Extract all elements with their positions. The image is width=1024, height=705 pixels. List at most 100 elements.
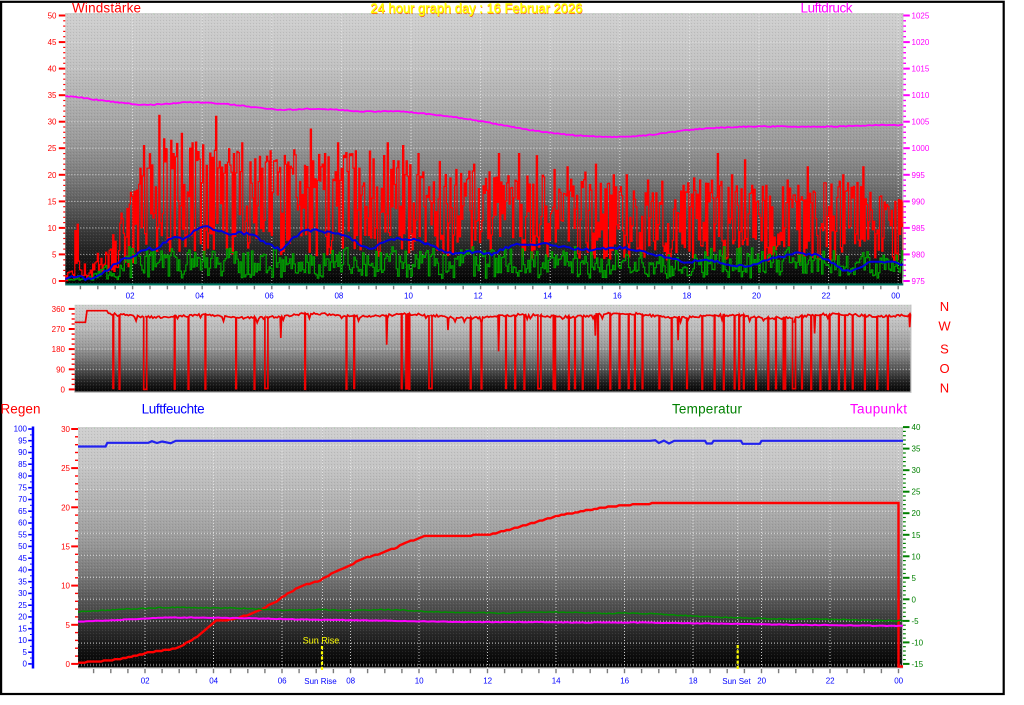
svg-text:Luftfeuchte: Luftfeuchte (142, 402, 205, 417)
svg-text:12: 12 (483, 677, 492, 686)
svg-text:995: 995 (912, 171, 926, 180)
svg-text:Sun Set: Sun Set (722, 677, 751, 686)
svg-text:Regen: Regen (1, 402, 41, 417)
svg-text:20: 20 (61, 503, 70, 512)
svg-text:0: 0 (912, 595, 917, 604)
svg-text:30: 30 (18, 589, 27, 598)
svg-text:10: 10 (18, 636, 27, 645)
svg-text:95: 95 (18, 436, 27, 445)
svg-text:08: 08 (334, 292, 343, 301)
svg-text:65: 65 (18, 507, 27, 516)
svg-text:06: 06 (265, 292, 274, 301)
svg-text:25: 25 (18, 601, 27, 610)
svg-text:06: 06 (278, 677, 287, 686)
svg-text:60: 60 (18, 519, 27, 528)
svg-text:40: 40 (48, 65, 57, 74)
svg-text:08: 08 (346, 677, 355, 686)
svg-text:35: 35 (48, 91, 57, 100)
svg-text:70: 70 (18, 495, 27, 504)
svg-text:270: 270 (52, 325, 66, 334)
svg-text:N: N (940, 381, 949, 396)
svg-text:Taupunkt: Taupunkt (850, 402, 907, 417)
svg-text:16: 16 (613, 292, 622, 301)
svg-text:10: 10 (415, 677, 424, 686)
svg-text:S: S (940, 342, 949, 357)
svg-text:-15: -15 (912, 660, 924, 669)
svg-text:90: 90 (18, 448, 27, 457)
svg-text:1005: 1005 (912, 118, 930, 127)
svg-text:02: 02 (126, 292, 135, 301)
svg-text:85: 85 (18, 460, 27, 469)
svg-text:14: 14 (552, 677, 561, 686)
svg-text:10: 10 (912, 552, 921, 561)
svg-text:12: 12 (474, 292, 483, 301)
svg-text:30: 30 (48, 118, 57, 127)
svg-text:10: 10 (404, 292, 413, 301)
svg-text:0: 0 (61, 385, 66, 394)
svg-text:980: 980 (912, 250, 926, 259)
svg-text:5: 5 (52, 250, 57, 259)
svg-text:360: 360 (52, 305, 66, 314)
svg-text:1025: 1025 (912, 12, 930, 21)
svg-text:35: 35 (18, 577, 27, 586)
svg-text:15: 15 (48, 197, 57, 206)
svg-text:90: 90 (56, 365, 65, 374)
svg-text:15: 15 (61, 542, 70, 551)
svg-text:1000: 1000 (912, 144, 930, 153)
svg-text:975: 975 (912, 277, 926, 286)
svg-text:25: 25 (61, 464, 70, 473)
svg-text:1010: 1010 (912, 91, 930, 100)
svg-text:Sun Rise: Sun Rise (303, 636, 340, 646)
svg-text:10: 10 (61, 582, 70, 591)
svg-text:14: 14 (543, 292, 552, 301)
svg-text:24 hour graph day : 16 Februar: 24 hour graph day : 16 Februar 2026 (371, 1, 583, 16)
svg-text:100: 100 (14, 425, 28, 434)
svg-text:Luftdruck: Luftdruck (801, 1, 853, 16)
svg-text:-5: -5 (912, 617, 920, 626)
svg-text:W: W (938, 319, 951, 334)
svg-text:0: 0 (52, 277, 57, 286)
svg-text:50: 50 (48, 12, 57, 21)
svg-text:Windstärke: Windstärke (72, 1, 141, 16)
svg-text:18: 18 (682, 292, 691, 301)
svg-text:985: 985 (912, 224, 926, 233)
svg-text:75: 75 (18, 483, 27, 492)
svg-text:45: 45 (48, 38, 57, 47)
svg-text:30: 30 (912, 466, 921, 475)
svg-text:20: 20 (48, 171, 57, 180)
svg-text:5: 5 (66, 621, 71, 630)
svg-text:N: N (940, 299, 949, 314)
svg-text:45: 45 (18, 554, 27, 563)
svg-text:Temperatur: Temperatur (672, 402, 743, 417)
svg-text:20: 20 (912, 509, 921, 518)
svg-text:10: 10 (48, 224, 57, 233)
svg-text:990: 990 (912, 197, 926, 206)
svg-text:55: 55 (18, 530, 27, 539)
svg-text:40: 40 (18, 566, 27, 575)
svg-text:15: 15 (912, 531, 921, 540)
svg-text:50: 50 (18, 542, 27, 551)
svg-text:1020: 1020 (912, 38, 930, 47)
svg-text:35: 35 (912, 445, 921, 454)
svg-text:20: 20 (757, 677, 766, 686)
svg-text:20: 20 (18, 613, 27, 622)
svg-text:0: 0 (66, 660, 71, 669)
svg-text:O: O (939, 361, 949, 376)
svg-text:04: 04 (209, 677, 218, 686)
svg-text:1015: 1015 (912, 65, 930, 74)
svg-text:5: 5 (912, 574, 917, 583)
svg-text:30: 30 (61, 425, 70, 434)
svg-text:25: 25 (48, 144, 57, 153)
svg-text:180: 180 (52, 345, 66, 354)
svg-text:04: 04 (195, 292, 204, 301)
svg-text:20: 20 (752, 292, 761, 301)
svg-text:15: 15 (18, 624, 27, 633)
svg-text:Sun Rise: Sun Rise (304, 677, 337, 686)
svg-text:5: 5 (23, 648, 28, 657)
svg-text:40: 40 (912, 423, 921, 432)
svg-text:22: 22 (826, 677, 835, 686)
svg-text:16: 16 (620, 677, 629, 686)
svg-text:02: 02 (141, 677, 150, 686)
svg-text:-10: -10 (912, 638, 924, 647)
svg-text:0: 0 (23, 660, 28, 669)
